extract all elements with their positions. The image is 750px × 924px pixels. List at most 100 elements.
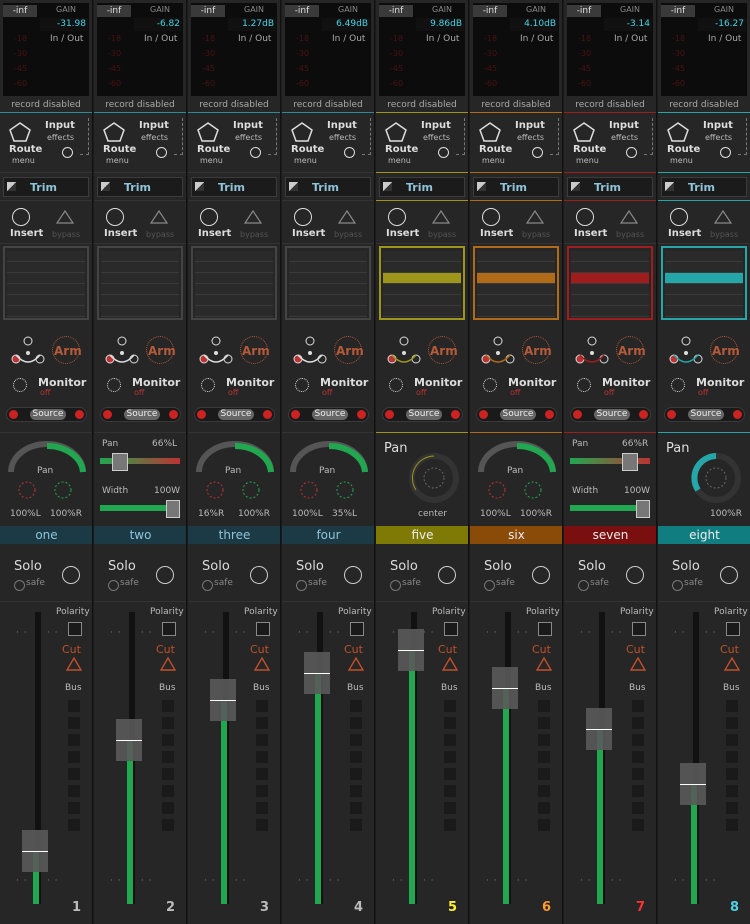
bus-slot[interactable] xyxy=(350,700,362,712)
bus-slot[interactable] xyxy=(350,751,362,763)
cut-label[interactable]: Cut xyxy=(626,643,645,656)
route-label[interactable]: Route xyxy=(9,144,42,155)
plugin-slot[interactable] xyxy=(665,295,743,306)
bus-slot[interactable] xyxy=(726,717,738,729)
bus-slot[interactable] xyxy=(444,819,456,831)
input-label[interactable]: Input xyxy=(515,120,545,131)
polarity-icon[interactable] xyxy=(444,622,458,636)
safe-radio[interactable] xyxy=(390,580,401,591)
bus-slot[interactable] xyxy=(162,700,174,712)
plugin-slot[interactable] xyxy=(665,262,743,273)
solo-label[interactable]: Solo xyxy=(108,559,136,574)
width-slider-handle[interactable] xyxy=(166,500,180,518)
plugin-slot[interactable] xyxy=(477,295,555,306)
plugin-slots[interactable] xyxy=(379,246,465,320)
bus-slot[interactable] xyxy=(726,751,738,763)
channel-name[interactable]: five xyxy=(376,526,468,544)
in-out-label[interactable]: In / Out xyxy=(708,34,741,44)
cut-triangle-icon[interactable] xyxy=(724,657,740,671)
bus-slot[interactable] xyxy=(256,802,268,814)
plugin-slot[interactable] xyxy=(571,273,649,284)
insert-knob-icon[interactable] xyxy=(576,208,594,226)
bus-slot[interactable] xyxy=(632,802,644,814)
bus-slot[interactable] xyxy=(68,768,80,780)
bus-slot[interactable] xyxy=(726,785,738,797)
peak-readout[interactable]: -inf xyxy=(473,5,507,17)
plugin-slot[interactable] xyxy=(665,251,743,262)
bypass-triangle-icon[interactable] xyxy=(337,209,357,225)
solo-button[interactable] xyxy=(250,566,268,584)
safe-radio[interactable] xyxy=(14,580,25,591)
safe-radio[interactable] xyxy=(484,580,495,591)
bus-slot[interactable] xyxy=(350,785,362,797)
cut-label[interactable]: Cut xyxy=(62,643,81,656)
in-out-label[interactable]: In / Out xyxy=(426,34,459,44)
plugin-slot[interactable] xyxy=(665,306,743,317)
plugin-slot[interactable] xyxy=(383,284,461,295)
polarity-icon[interactable] xyxy=(68,622,82,636)
route-knob-icon[interactable] xyxy=(438,147,449,158)
input-pentagon-icon[interactable] xyxy=(195,120,221,144)
plugin-slot[interactable] xyxy=(383,251,461,262)
channel-name[interactable]: three xyxy=(188,526,280,544)
route-knob-icon[interactable] xyxy=(720,147,731,158)
bus-slot[interactable] xyxy=(444,734,456,746)
cut-triangle-icon[interactable] xyxy=(442,657,458,671)
gain-value[interactable]: 9.86dB xyxy=(416,18,464,31)
bus-slot[interactable] xyxy=(68,700,80,712)
plugin-slots[interactable] xyxy=(473,246,559,320)
bus-slot[interactable] xyxy=(162,734,174,746)
plugin-slot[interactable] xyxy=(7,273,85,284)
insert-knob-icon[interactable] xyxy=(482,208,500,226)
cut-triangle-icon[interactable] xyxy=(348,657,364,671)
plugin-slot[interactable] xyxy=(383,262,461,273)
bus-slot[interactable] xyxy=(444,785,456,797)
bus-slot[interactable] xyxy=(632,751,644,763)
polarity-icon[interactable] xyxy=(162,622,176,636)
input-label[interactable]: Input xyxy=(233,120,263,131)
bus-slot[interactable] xyxy=(68,785,80,797)
input-label[interactable]: Input xyxy=(327,120,357,131)
plugin-slot[interactable] xyxy=(7,262,85,273)
bus-slot[interactable] xyxy=(350,802,362,814)
safe-radio[interactable] xyxy=(578,580,589,591)
plugin-slot[interactable] xyxy=(477,284,555,295)
insert-label[interactable]: Insert xyxy=(10,228,43,239)
solo-button[interactable] xyxy=(62,566,80,584)
plugin-slot[interactable] xyxy=(571,295,649,306)
solo-button[interactable] xyxy=(626,566,644,584)
plugin-slot[interactable] xyxy=(477,262,555,273)
bus-slot[interactable] xyxy=(632,700,644,712)
polarity-icon[interactable] xyxy=(256,622,270,636)
insert-label[interactable]: Insert xyxy=(480,228,513,239)
plugin-slot[interactable] xyxy=(101,273,179,284)
insert-knob-icon[interactable] xyxy=(670,208,688,226)
input-label[interactable]: Input xyxy=(421,120,451,131)
solo-button[interactable] xyxy=(438,566,456,584)
routing-graph-icon[interactable] xyxy=(196,333,236,367)
route-label[interactable]: Route xyxy=(385,144,418,155)
plugin-slot[interactable] xyxy=(101,284,179,295)
pan-slider[interactable] xyxy=(570,458,650,464)
plugin-slot[interactable] xyxy=(383,306,461,317)
gain-value[interactable]: 4.10dB xyxy=(510,18,558,31)
peak-readout[interactable]: -inf xyxy=(285,5,319,17)
bypass-triangle-icon[interactable] xyxy=(619,209,639,225)
input-pentagon-icon[interactable] xyxy=(7,120,33,144)
bus-slot[interactable] xyxy=(632,734,644,746)
insert-label[interactable]: Insert xyxy=(292,228,325,239)
solo-label[interactable]: Solo xyxy=(296,559,324,574)
insert-label[interactable]: Insert xyxy=(386,228,419,239)
bus-slot[interactable] xyxy=(444,700,456,712)
in-out-label[interactable]: In / Out xyxy=(332,34,365,44)
plugin-slot[interactable] xyxy=(7,284,85,295)
bus-slot[interactable] xyxy=(256,819,268,831)
insert-label[interactable]: Insert xyxy=(198,228,231,239)
plugin-slot[interactable] xyxy=(195,295,273,306)
routing-graph-icon[interactable] xyxy=(102,333,142,367)
insert-knob-icon[interactable] xyxy=(388,208,406,226)
plugin-slots[interactable] xyxy=(97,246,183,320)
bus-slot[interactable] xyxy=(444,802,456,814)
plugin-slot[interactable] xyxy=(289,251,367,262)
plugin-slot[interactable] xyxy=(571,306,649,317)
